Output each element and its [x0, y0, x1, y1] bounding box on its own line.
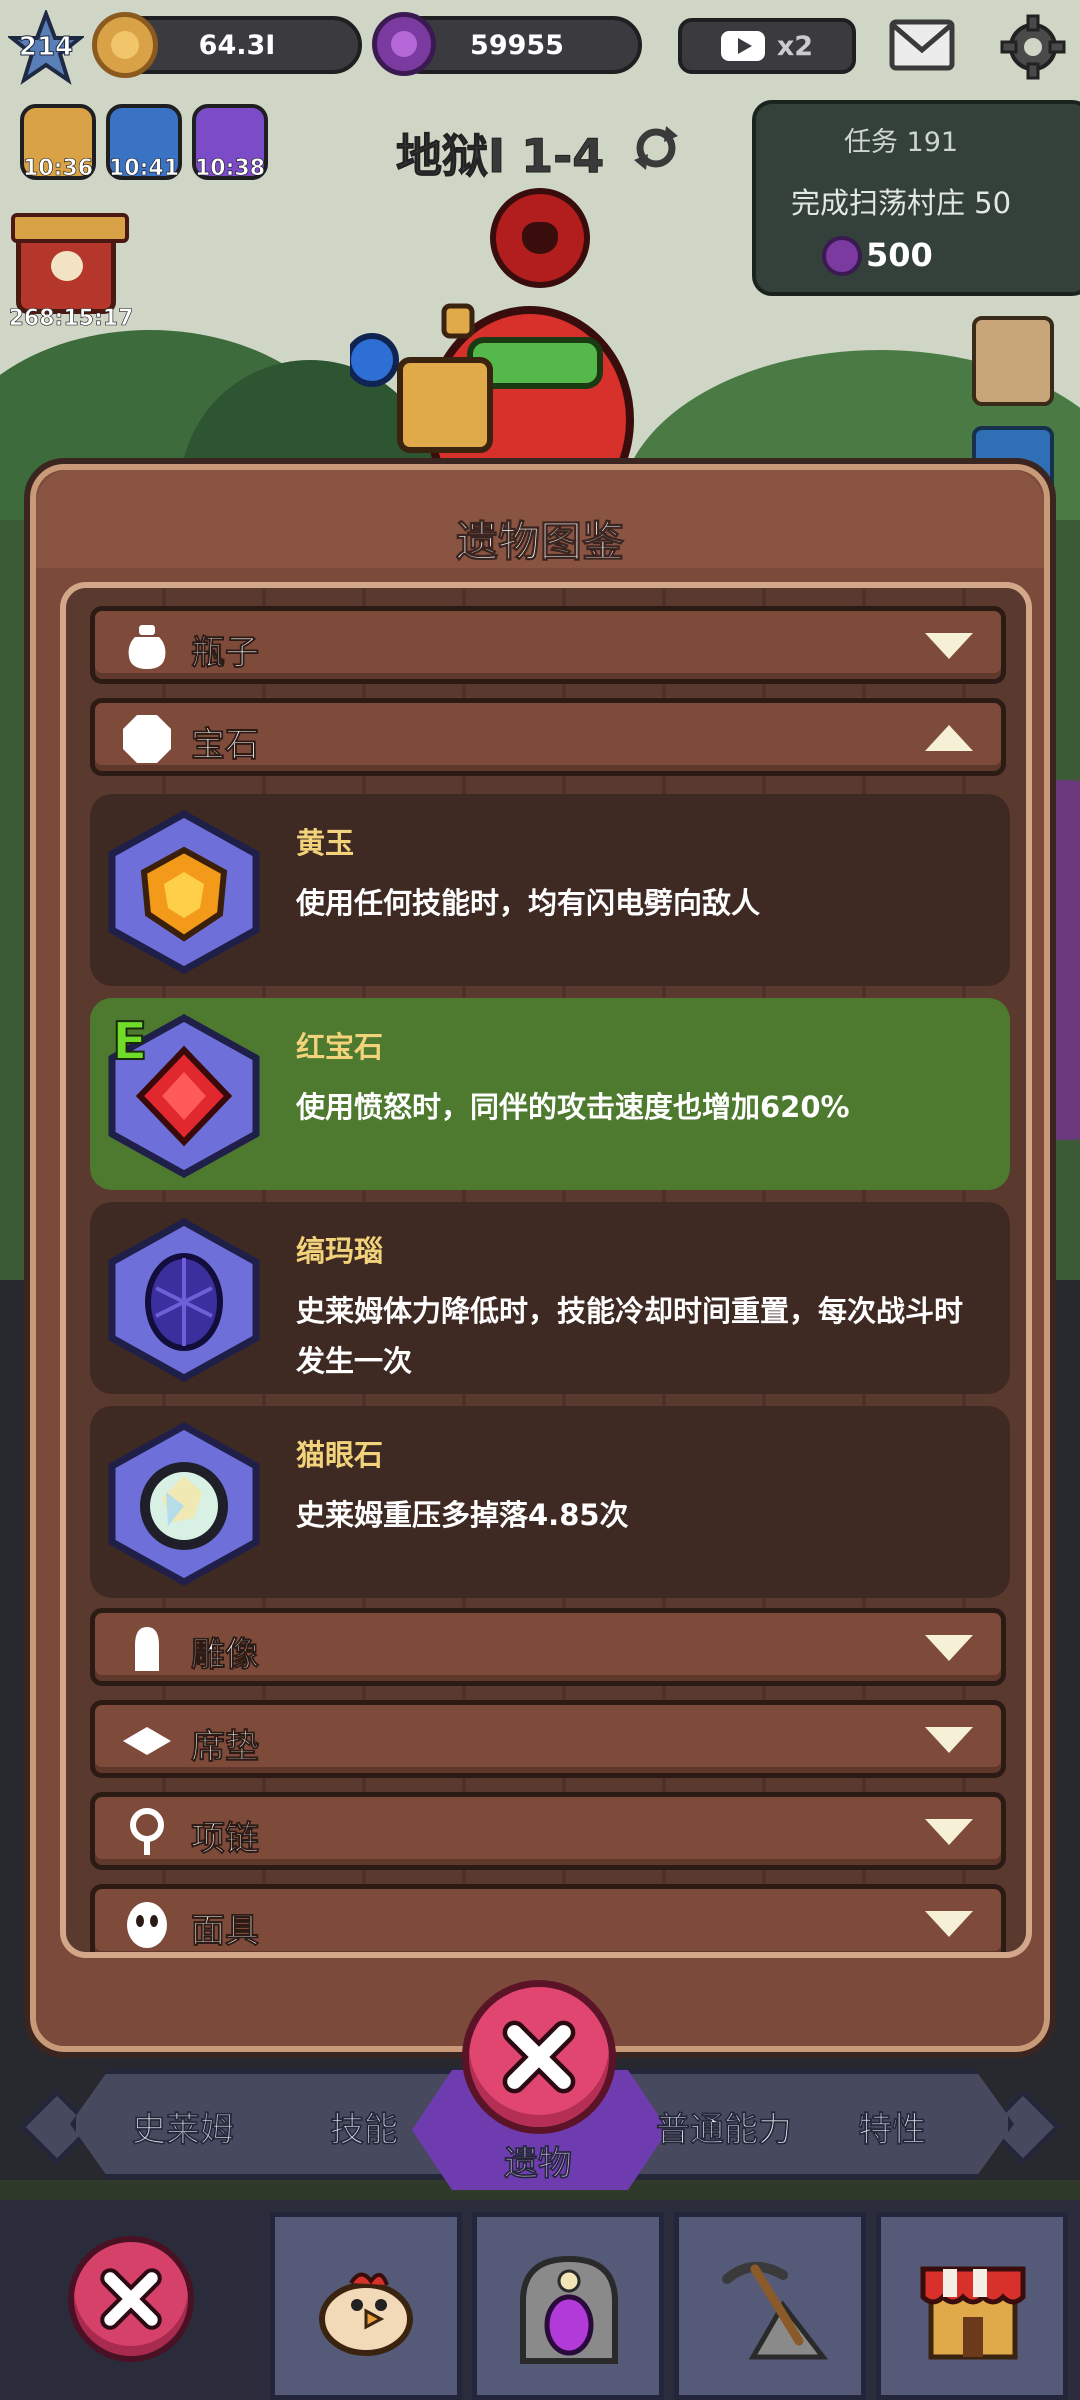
equipped-badge: E	[111, 1011, 149, 1073]
modal-title: 遗物图鉴	[455, 517, 624, 567]
video-bonus-button[interactable]: x2	[678, 18, 856, 74]
cats-eye-icon	[108, 1422, 260, 1586]
category-gem[interactable]: 宝石	[90, 698, 1006, 776]
coin-icon	[92, 12, 158, 78]
nav-shop[interactable]	[876, 2212, 1068, 2400]
category-label: 项链	[191, 1819, 260, 1860]
gem-octagon-icon	[123, 715, 171, 763]
relic-list[interactable]: 瓶子 宝石 黄玉 使用任何技能时，均有闪电劈向敌人 E 红宝石 使用愤怒时，同伴…	[60, 582, 1032, 1958]
chevron-down-icon	[925, 633, 973, 659]
nav-dungeon[interactable]	[472, 2212, 664, 2400]
slime-hero	[350, 303, 634, 470]
relic-name: 缟玛瑙	[296, 1234, 384, 1268]
nav-close-button[interactable]	[68, 2236, 194, 2362]
player-level: 214	[18, 32, 74, 63]
relic-card-topaz[interactable]: 黄玉 使用任何技能时，均有闪电劈向敌人	[90, 794, 1010, 986]
treasure-chest-icon[interactable]	[11, 213, 129, 314]
buff-timer: 10:38	[194, 156, 266, 182]
chevron-up-icon	[925, 725, 973, 751]
relic-card-onyx[interactable]: 缟玛瑙 史莱姆体力降低时，技能冷却时间重置，每次战斗时发生一次	[90, 1202, 1010, 1394]
category-statue[interactable]: 雕像	[90, 1608, 1006, 1686]
quest-panel[interactable]: 任务 191 完成扫荡村庄 50 500	[752, 100, 1080, 296]
pickaxe-icon	[722, 2261, 829, 2360]
relic-card-ruby[interactable]: E 红宝石 使用愤怒时，同伴的攻击速度也增加620%	[90, 998, 1010, 1190]
refresh-icon[interactable]	[630, 122, 682, 174]
coin-amount: 64.3I	[198, 29, 276, 61]
relic-name: 黄玉	[296, 826, 355, 860]
close-icon	[100, 2268, 162, 2330]
relic-description: 使用愤怒时，同伴的攻击速度也增加620%	[296, 1090, 850, 1124]
close-icon	[502, 2020, 576, 2094]
shop-icon	[920, 2266, 1026, 2360]
quest-reward: 500	[866, 236, 933, 274]
relic-card-cats-eye[interactable]: 猫眼石 史莱姆重压多掉落4.85次	[90, 1406, 1010, 1598]
category-label: 面具	[191, 1911, 260, 1952]
video-play-icon	[720, 31, 765, 61]
category-label: 雕像	[191, 1635, 260, 1676]
relic-name: 红宝石	[296, 1030, 384, 1064]
relic-description: 使用任何技能时，均有闪电劈向敌人	[296, 886, 761, 920]
buff-timer: 10:36	[22, 156, 94, 182]
gear-icon[interactable]	[1000, 14, 1066, 80]
onyx-icon	[108, 1218, 260, 1382]
chevron-down-icon	[925, 1911, 973, 1937]
chest-timer: 268:15:17	[8, 306, 134, 332]
mail-icon[interactable]	[888, 16, 956, 74]
tab-slime[interactable]: 史莱姆	[132, 2102, 235, 2151]
category-label: 席垫	[191, 1727, 260, 1768]
buff-timer: 10:41	[108, 156, 180, 182]
scroll-icon[interactable]	[972, 316, 1054, 406]
quest-title: 任务 191	[843, 127, 959, 158]
necklace-icon	[130, 1808, 164, 1855]
gem-reward-icon	[822, 236, 862, 276]
mask-icon	[127, 1902, 167, 1948]
stage-title: 地狱I 1-4	[395, 129, 605, 184]
statue-icon	[135, 1627, 159, 1671]
category-bottle[interactable]: 瓶子	[90, 606, 1006, 684]
close-modal-button[interactable]	[462, 1980, 616, 2134]
category-label: 宝石	[191, 725, 260, 766]
player-level-badge[interactable]: 214	[8, 10, 84, 86]
nav-companion[interactable]	[270, 2212, 462, 2400]
gem-amount: 59955	[470, 29, 564, 61]
chevron-down-icon	[925, 1819, 973, 1845]
portal-icon	[520, 2255, 618, 2364]
category-mask[interactable]: 面具	[90, 1884, 1006, 1952]
relic-description: 史莱姆体力降低时，技能冷却时间重置，每次战斗时发生一次	[296, 1294, 964, 1378]
category-mat[interactable]: 席垫	[90, 1700, 1006, 1778]
tab-skills[interactable]: 技能	[330, 2102, 399, 2151]
video-bonus-label: x2	[776, 30, 814, 62]
category-necklace[interactable]: 项链	[90, 1792, 1006, 1870]
tab-traits[interactable]: 特性	[858, 2102, 927, 2151]
relic-description: 史莱姆重压多掉落4.85次	[296, 1498, 629, 1532]
tab-abilities[interactable]: 普通能力	[656, 2102, 793, 2151]
relic-name: 猫眼石	[296, 1438, 384, 1472]
relic-collection-modal: 遗物图鉴 瓶子 宝石 黄玉 使用任何技能时，均有闪电劈向敌人 E 红宝石 使用愤…	[24, 458, 1056, 2058]
mat-icon	[123, 1727, 171, 1755]
bottle-icon	[128, 625, 166, 669]
category-label: 瓶子	[191, 633, 260, 674]
topaz-icon	[108, 810, 260, 974]
chevron-down-icon	[925, 1727, 973, 1753]
boss-skull-icon[interactable]	[490, 188, 590, 288]
quest-description: 完成扫荡村庄 50	[790, 186, 1012, 220]
chevron-down-icon	[925, 1635, 973, 1661]
tab-relics[interactable]: 遗物	[504, 2136, 573, 2185]
gem-icon	[372, 12, 436, 76]
nav-mining[interactable]	[674, 2212, 866, 2400]
chicken-icon	[319, 2272, 413, 2356]
